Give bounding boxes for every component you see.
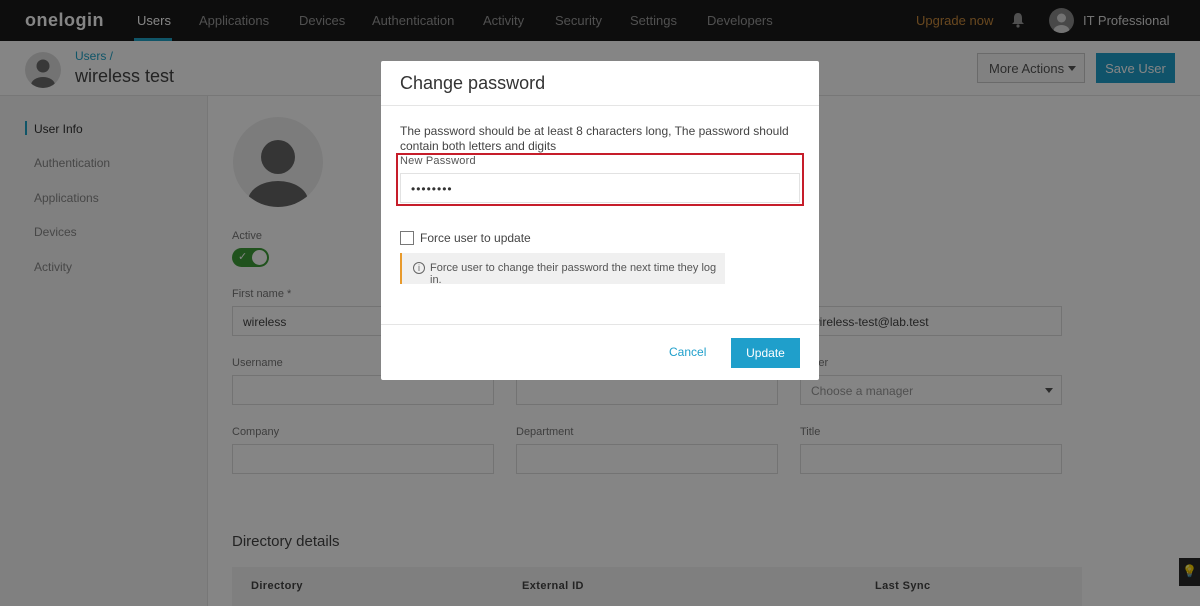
update-button[interactable]: Update xyxy=(731,338,800,368)
info-text: Force user to change their password the … xyxy=(430,262,717,286)
info-notice: i Force user to change their password th… xyxy=(400,253,725,286)
info-icon: i xyxy=(413,262,425,274)
dialog-title: Change password xyxy=(400,73,546,93)
dialog-divider-bottom xyxy=(381,324,819,325)
new-password-label: New Password xyxy=(400,155,476,167)
dialog-description: The password should be at least 8 charac… xyxy=(400,124,789,153)
new-password-input[interactable]: •••••••• xyxy=(400,173,800,203)
cancel-button[interactable]: Cancel xyxy=(669,345,706,359)
force-update-label[interactable]: Force user to update xyxy=(420,231,531,245)
change-password-dialog: Change password The password should be a… xyxy=(381,61,819,380)
dialog-divider-top xyxy=(381,105,819,106)
force-update-checkbox[interactable] xyxy=(400,231,414,245)
